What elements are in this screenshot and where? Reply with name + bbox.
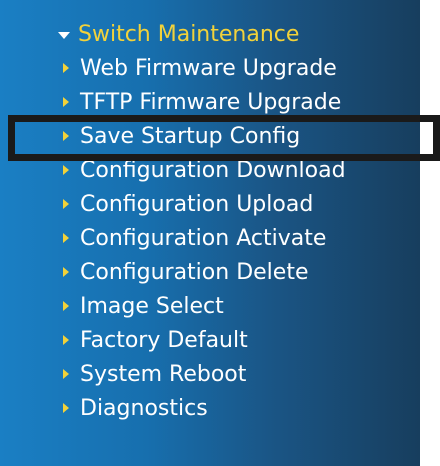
menu-item-diagnostics[interactable]: Diagnostics — [63, 391, 346, 425]
menu-item-configuration-download[interactable]: Configuration Download — [63, 153, 346, 187]
menu-item-system-reboot[interactable]: System Reboot — [63, 357, 346, 391]
menu-item-image-select[interactable]: Image Select — [63, 289, 346, 323]
menu-item-configuration-delete[interactable]: Configuration Delete — [63, 255, 346, 289]
navigation-panel: Switch Maintenance Web Firmware Upgrade … — [0, 0, 420, 466]
menu-item-configuration-activate[interactable]: Configuration Activate — [63, 221, 346, 255]
caret-right-icon — [63, 97, 69, 107]
menu-item-label: Web Firmware Upgrade — [80, 55, 337, 81]
menu-list: Web Firmware Upgrade TFTP Firmware Upgra… — [63, 51, 346, 425]
caret-down-icon — [58, 31, 70, 39]
caret-right-icon — [63, 369, 69, 379]
caret-right-icon — [63, 63, 69, 73]
caret-right-icon — [63, 335, 69, 345]
menu-item-label: Factory Default — [80, 327, 248, 353]
menu-item-web-firmware-upgrade[interactable]: Web Firmware Upgrade — [63, 51, 346, 85]
menu-item-label: Image Select — [80, 293, 224, 319]
menu-item-label: Configuration Download — [80, 157, 346, 183]
menu-section-label: Switch Maintenance — [78, 21, 300, 47]
menu-item-label: Diagnostics — [80, 395, 208, 421]
menu-item-label: System Reboot — [80, 361, 247, 387]
menu-item-save-startup-config[interactable]: Save Startup Config — [63, 119, 346, 153]
caret-right-icon — [63, 267, 69, 277]
menu-item-configuration-upload[interactable]: Configuration Upload — [63, 187, 346, 221]
menu-item-label: Configuration Upload — [80, 191, 314, 217]
caret-right-icon — [63, 403, 69, 413]
caret-right-icon — [63, 233, 69, 243]
caret-right-icon — [63, 199, 69, 209]
menu-section-switch-maintenance[interactable]: Switch Maintenance — [58, 16, 299, 52]
caret-right-icon — [63, 301, 69, 311]
menu-item-factory-default[interactable]: Factory Default — [63, 323, 346, 357]
caret-right-icon — [63, 165, 69, 175]
menu-item-label: Configuration Delete — [80, 259, 309, 285]
menu-item-label: Save Startup Config — [80, 123, 301, 149]
menu-item-label: TFTP Firmware Upgrade — [80, 89, 342, 115]
menu-item-tftp-firmware-upgrade[interactable]: TFTP Firmware Upgrade — [63, 85, 346, 119]
menu-item-label: Configuration Activate — [80, 225, 327, 251]
caret-right-icon — [63, 131, 69, 141]
